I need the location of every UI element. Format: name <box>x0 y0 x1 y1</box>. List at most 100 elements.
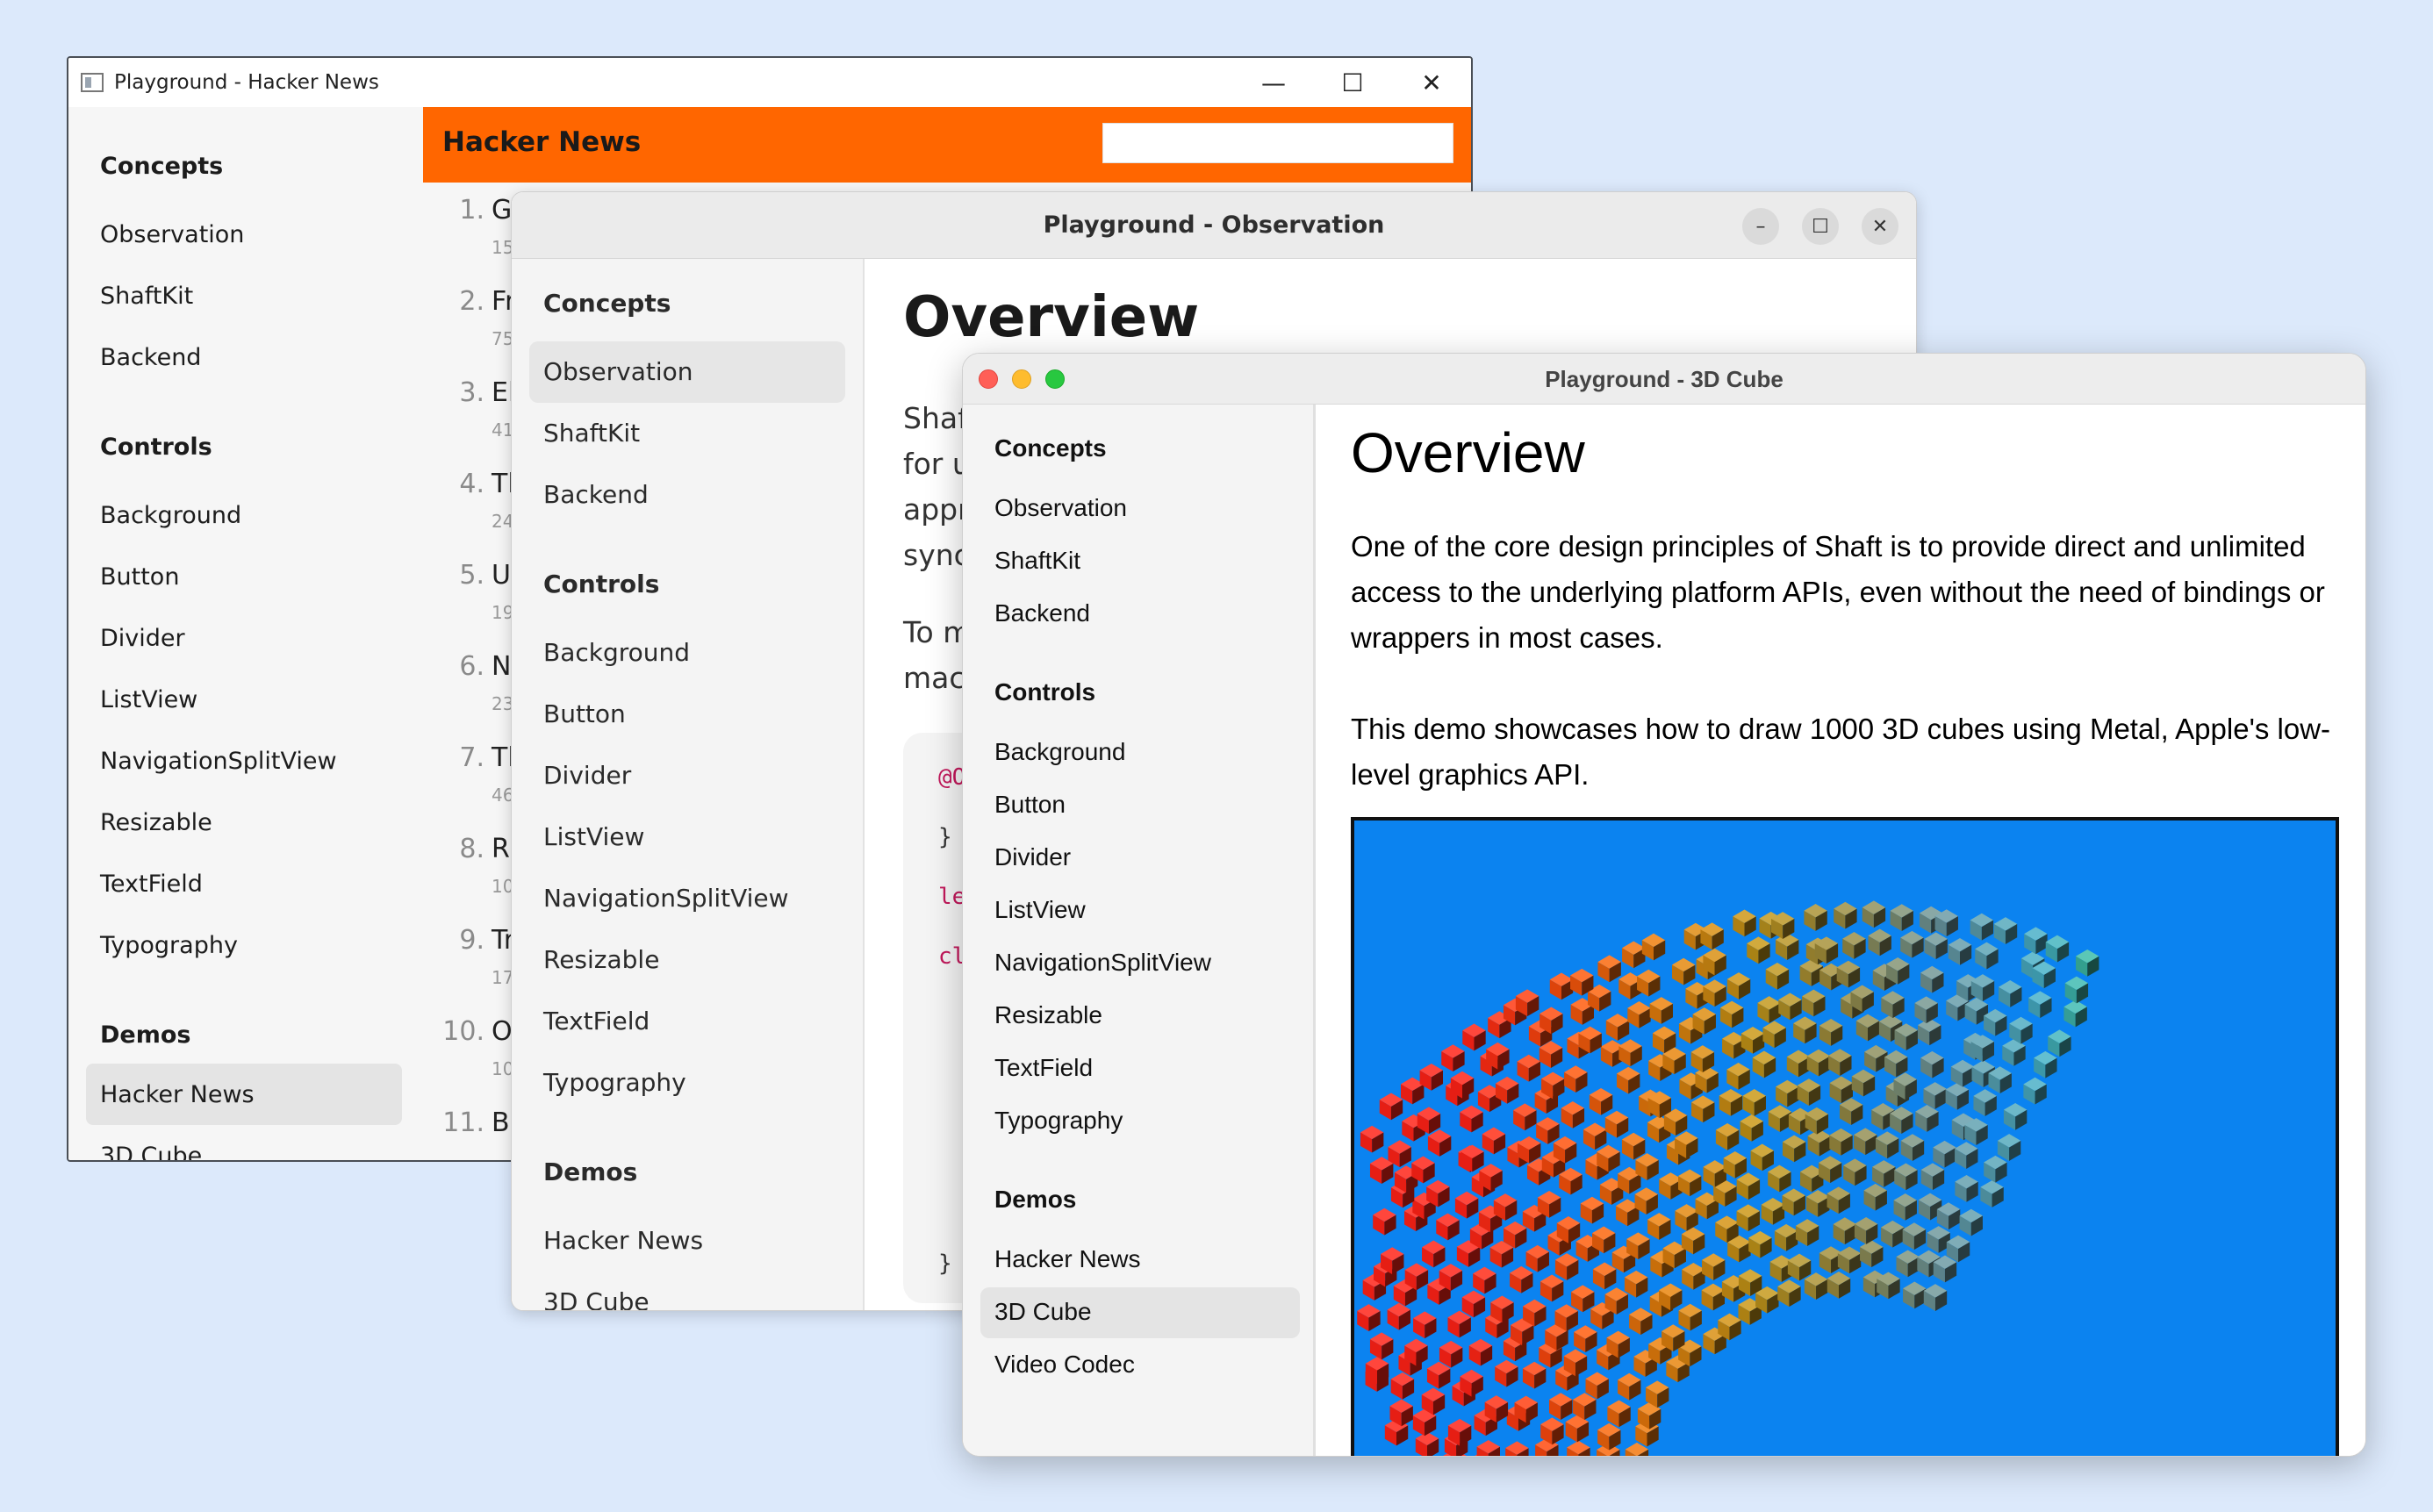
sidebar-item-resizable[interactable]: Resizable <box>100 809 212 836</box>
app-icon <box>81 73 104 92</box>
page-title: Overview <box>903 285 1200 350</box>
main-content: Overview One of the core design principl… <box>1316 405 2365 1456</box>
sidebar-item-resizable[interactable]: Resizable <box>543 945 659 974</box>
paragraph-line: To m <box>903 615 972 649</box>
sidebar-item-divider[interactable]: Divider <box>100 625 185 652</box>
story-number: 6. <box>459 651 484 682</box>
section-controls: Controls <box>100 434 212 461</box>
maximize-button[interactable]: ☐ <box>1313 58 1392 107</box>
story-number: 5. <box>459 560 484 591</box>
section-concepts: Concepts <box>994 434 1107 462</box>
sidebar-item-background[interactable]: Background <box>100 502 241 529</box>
sidebar-item-typography[interactable]: Typography <box>100 932 238 959</box>
paragraph-line: sync <box>903 538 970 572</box>
story-title[interactable]: G <box>492 195 512 226</box>
sidebar-item-backend[interactable]: Backend <box>994 599 1090 627</box>
sidebar-item-typography[interactable]: Typography <box>994 1107 1123 1135</box>
close-button[interactable]: ✕ <box>1862 208 1898 245</box>
sidebar-item-observation[interactable]: Observation <box>543 357 693 386</box>
sidebar: Concepts Observation ShaftKit Backend Co… <box>963 405 1316 1456</box>
sidebar-item-3d-cube[interactable]: 3D Cube <box>994 1298 1092 1326</box>
sidebar-item-typography[interactable]: Typography <box>543 1068 686 1097</box>
story-number: 7. <box>459 742 484 773</box>
sidebar-item-hacker-news[interactable]: Hacker News <box>543 1226 703 1255</box>
sidebar-item-shaftkit[interactable]: ShaftKit <box>100 283 193 310</box>
sidebar-item-resizable[interactable]: Resizable <box>994 1001 1102 1029</box>
sidebar-item-background[interactable]: Background <box>543 638 690 667</box>
sidebar-item-backend[interactable]: Backend <box>100 344 201 371</box>
story-number: 9. <box>459 925 484 956</box>
story-number: 11. <box>442 1107 484 1138</box>
title-bar: Playground - Hacker News — ☐ ✕ <box>68 58 1471 107</box>
sidebar: Concepts Observation ShaftKit Backend Co… <box>512 259 865 1310</box>
section-demos: Demos <box>100 1021 191 1049</box>
sidebar-item-button[interactable]: Button <box>994 791 1066 819</box>
title-bar: Playground - Observation – ☐ ✕ <box>512 192 1916 259</box>
cube-render <box>1357 900 2099 1456</box>
hn-title: Hacker News <box>442 126 642 158</box>
sidebar-item-listview[interactable]: ListView <box>100 686 197 713</box>
sidebar-item-navigationsplitview[interactable]: NavigationSplitView <box>994 949 1211 977</box>
sidebar-item-button[interactable]: Button <box>543 699 626 728</box>
sidebar-item-textfield[interactable]: TextField <box>100 871 203 898</box>
story-title[interactable]: O <box>492 1016 513 1047</box>
section-concepts: Concepts <box>543 289 671 318</box>
sidebar-item-backend[interactable]: Backend <box>543 480 649 509</box>
sidebar-item-navigationsplitview[interactable]: NavigationSplitView <box>100 748 337 775</box>
paragraph-line: This demo showcases how to draw 1000 3D … <box>1351 713 2331 745</box>
story-title[interactable]: R <box>492 834 510 864</box>
sidebar-item-shaftkit[interactable]: ShaftKit <box>543 419 640 448</box>
minimize-button[interactable]: — <box>1234 58 1313 107</box>
sidebar-item-3d-cube[interactable]: 3D Cube <box>543 1287 650 1310</box>
maximize-button[interactable]: ☐ <box>1802 208 1839 245</box>
sidebar-item-hacker-news[interactable]: Hacker News <box>994 1245 1140 1273</box>
sidebar-item-divider[interactable]: Divider <box>543 761 631 790</box>
section-demos: Demos <box>994 1186 1077 1213</box>
sidebar-item-listview[interactable]: ListView <box>994 896 1086 924</box>
cube-face <box>1466 1455 1467 1456</box>
sidebar-item-listview[interactable]: ListView <box>543 822 644 851</box>
sidebar-item-video-codec[interactable]: Video Codec <box>994 1351 1135 1379</box>
sidebar-item-3d-cube[interactable]: 3D Cube <box>100 1143 202 1160</box>
story-title[interactable]: N <box>492 651 511 682</box>
paragraph-line: Shaf <box>903 401 968 435</box>
story-number: 2. <box>459 286 484 317</box>
sidebar-item-divider[interactable]: Divider <box>994 843 1071 871</box>
story-number: 10. <box>442 1016 484 1047</box>
paragraph-line: wrappers in most cases. <box>1351 621 1663 654</box>
paragraph-line: for u <box>903 447 971 481</box>
minimize-button[interactable]: – <box>1742 208 1779 245</box>
sidebar-item-shaftkit[interactable]: ShaftKit <box>994 547 1080 575</box>
section-controls: Controls <box>994 678 1096 706</box>
sidebar-item-textfield[interactable]: TextField <box>543 1007 650 1035</box>
story-number: 8. <box>459 834 484 864</box>
search-input[interactable] <box>1102 123 1453 163</box>
window-title: Playground - 3D Cube <box>1545 366 1783 392</box>
code-line: } <box>938 824 952 850</box>
paragraph-line: One of the core design principles of Sha… <box>1351 530 2306 563</box>
sidebar-item-textfield[interactable]: TextField <box>994 1054 1093 1082</box>
paragraph-line: level graphics API. <box>1351 758 1590 791</box>
sidebar-item-observation[interactable]: Observation <box>100 221 244 248</box>
section-concepts: Concepts <box>100 153 224 180</box>
paragraph-line: appr <box>903 492 970 527</box>
section-demos: Demos <box>543 1157 638 1186</box>
window-title: Playground - Observation <box>1043 211 1385 239</box>
sidebar-item-navigationsplitview[interactable]: NavigationSplitView <box>543 884 789 913</box>
sidebar-item-background[interactable]: Background <box>994 738 1125 766</box>
metal-canvas[interactable] <box>1351 817 2339 1456</box>
3d-cube-window: Playground - 3D Cube Concepts Observatio… <box>962 353 2366 1457</box>
story-number: 4. <box>459 469 484 499</box>
sidebar-item-hacker-news[interactable]: Hacker News <box>100 1081 255 1108</box>
paragraph-line: access to the underlying platform APIs, … <box>1351 576 2325 608</box>
sidebar-item-observation[interactable]: Observation <box>994 494 1127 522</box>
window-title: Playground - Hacker News <box>114 71 379 94</box>
title-bar: Playground - 3D Cube <box>963 354 2365 405</box>
hn-header: Hacker News <box>423 107 1471 183</box>
close-button[interactable]: ✕ <box>1392 58 1471 107</box>
sidebar: Concepts Observation ShaftKit Backend Co… <box>68 107 423 1160</box>
story-title[interactable]: U <box>492 560 511 591</box>
cube-face <box>1443 1455 1444 1456</box>
sidebar-item-button[interactable]: Button <box>100 563 179 591</box>
page-title: Overview <box>1351 421 1585 484</box>
